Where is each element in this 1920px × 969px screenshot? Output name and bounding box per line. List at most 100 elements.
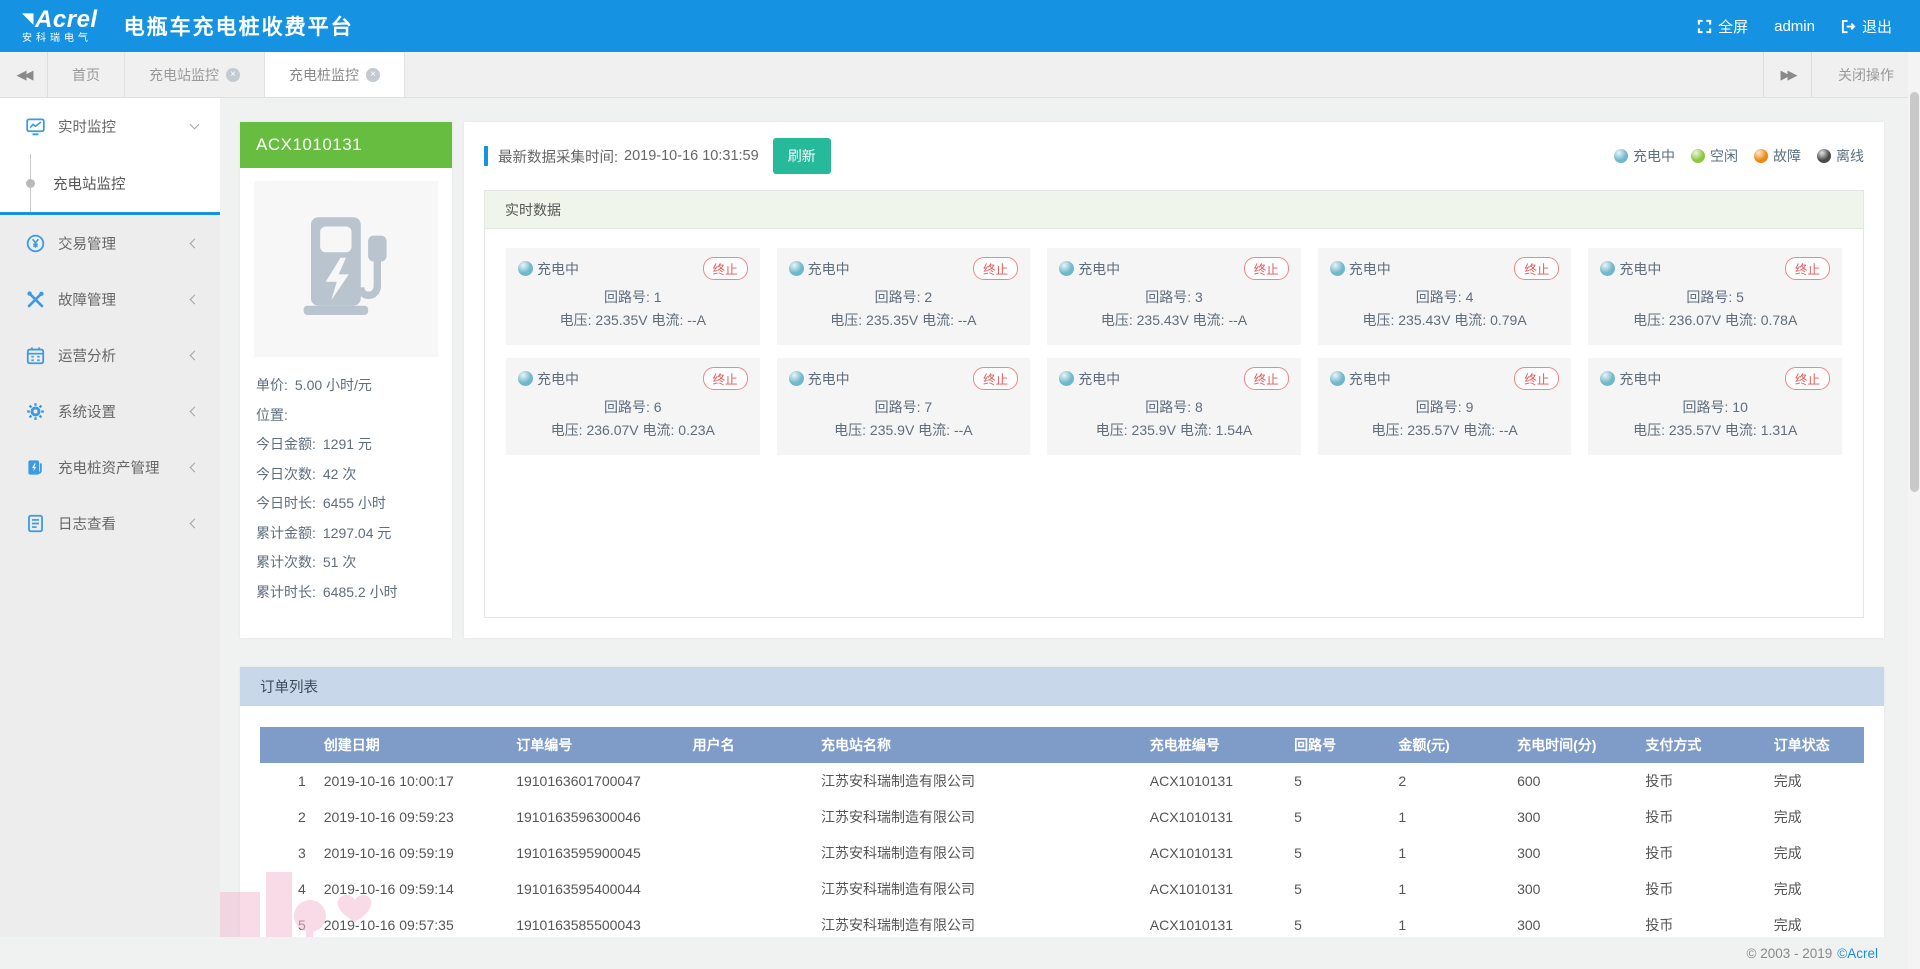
legend-离线: 离线 bbox=[1817, 146, 1864, 166]
stat-value: 5.00 小时/元 bbox=[295, 377, 372, 393]
tab-close-icon[interactable]: × bbox=[226, 68, 240, 82]
charging-channel-card: 充电中终止回路号: 9电压: 235.57V 电流: --A bbox=[1318, 358, 1572, 455]
order-cell: 2019-10-16 09:59:14 bbox=[318, 871, 510, 907]
terminate-button[interactable]: 终止 bbox=[703, 367, 748, 390]
transaction-icon bbox=[26, 234, 45, 253]
tabs-scroll-left-button[interactable]: ◀◀ bbox=[0, 52, 48, 97]
fullscreen-button[interactable]: 全屏 bbox=[1697, 16, 1748, 37]
terminate-button[interactable]: 终止 bbox=[1785, 257, 1830, 280]
terminate-button[interactable]: 终止 bbox=[1514, 257, 1559, 280]
sidebar-item-label: 运营分析 bbox=[58, 345, 191, 366]
chevron-left-icon bbox=[190, 406, 200, 416]
sidebar-item-日志查看[interactable]: 日志查看 bbox=[0, 495, 220, 551]
sidebar-item-运营分析[interactable]: 运营分析 bbox=[0, 327, 220, 383]
copyright-text: © 2003 - 2019 bbox=[1747, 946, 1833, 961]
fullscreen-icon bbox=[1697, 19, 1712, 34]
legend-dot-icon bbox=[1754, 149, 1768, 163]
charging-status-dot bbox=[1330, 371, 1345, 386]
sidebar-item-充电桩资产管理[interactable]: 充电桩资产管理 bbox=[0, 439, 220, 495]
tab-充电桩监控[interactable]: 充电桩监控× bbox=[265, 52, 405, 97]
legend-label: 充电中 bbox=[1633, 146, 1675, 166]
sidebar-item-交易管理[interactable]: 交易管理 bbox=[0, 215, 220, 271]
card-top-row: 充电中终止 bbox=[789, 257, 1019, 280]
terminate-button[interactable]: 终止 bbox=[1514, 367, 1559, 390]
circuit-number: 回路号: 9 bbox=[1330, 396, 1560, 419]
card-top-row: 充电中终止 bbox=[1059, 257, 1289, 280]
tab-首页[interactable]: 首页 bbox=[48, 52, 125, 97]
terminate-button[interactable]: 终止 bbox=[1244, 257, 1289, 280]
legend-空闲: 空闲 bbox=[1691, 146, 1738, 166]
orders-header-row: 创建日期订单编号用户名充电站名称充电桩编号回路号金额(元)充电时间(分)支付方式… bbox=[260, 727, 1864, 763]
terminate-button[interactable]: 终止 bbox=[1244, 367, 1289, 390]
legend-label: 离线 bbox=[1836, 146, 1864, 166]
sidebar-item-实时监控[interactable]: 实时监控 bbox=[0, 98, 220, 154]
monitor-panel: 最新数据采集时间: 2019-10-16 10:31:59 刷新 充电中空闲故障… bbox=[464, 122, 1884, 638]
scrollbar-thumb[interactable] bbox=[1910, 92, 1919, 492]
logout-button[interactable]: 退出 bbox=[1841, 16, 1892, 37]
chevron-left-icon bbox=[190, 238, 200, 248]
sidebar-item-故障管理[interactable]: 故障管理 bbox=[0, 271, 220, 327]
close-operations-button[interactable]: 关闭操作 bbox=[1811, 52, 1920, 97]
legend-label: 空闲 bbox=[1710, 146, 1738, 166]
voltage-current: 电压: 235.9V 电流: --A bbox=[789, 419, 1019, 442]
stat-label: 今日时长: bbox=[256, 495, 316, 511]
collect-time-value: 2019-10-16 10:31:59 bbox=[624, 148, 759, 164]
tab-close-icon[interactable]: × bbox=[366, 68, 380, 82]
device-name: ACX1010131 bbox=[240, 122, 452, 168]
charging-status: 充电中 bbox=[789, 369, 850, 389]
order-cell: 1910163595400044 bbox=[510, 871, 686, 907]
device-stat-line: 累计时长:6485.2 小时 bbox=[256, 578, 436, 608]
column-header-充电桩编号: 充电桩编号 bbox=[1144, 727, 1288, 763]
legend-dot-icon bbox=[1614, 149, 1628, 163]
header-actions: 全屏 admin 退出 bbox=[1697, 16, 1892, 37]
legend-充电中: 充电中 bbox=[1614, 146, 1675, 166]
tab-充电站监控[interactable]: 充电站监控× bbox=[125, 52, 265, 97]
logo-subtext: 安科瑞电气 bbox=[22, 34, 98, 44]
circuit-number: 回路号: 7 bbox=[789, 396, 1019, 419]
terminate-button[interactable]: 终止 bbox=[973, 367, 1018, 390]
terminate-button[interactable]: 终止 bbox=[703, 257, 748, 280]
stat-value: 6455 小时 bbox=[323, 495, 386, 511]
acrel-footer-link[interactable]: ©Acrel bbox=[1837, 946, 1878, 961]
order-cell: 5 bbox=[1288, 835, 1392, 871]
username[interactable]: admin bbox=[1774, 18, 1815, 35]
voltage-current: 电压: 236.07V 电流: 0.23A bbox=[518, 419, 748, 442]
realtime-data-title: 实时数据 bbox=[485, 191, 1863, 229]
sidebar-item-系统设置[interactable]: 系统设置 bbox=[0, 383, 220, 439]
order-cell: ACX1010131 bbox=[1144, 835, 1288, 871]
column-header-金额(元): 金额(元) bbox=[1392, 727, 1511, 763]
device-stat-line: 累计金额:1297.04 元 bbox=[256, 519, 436, 549]
tab-label: 首页 bbox=[72, 65, 100, 85]
logo-text: Acrel bbox=[22, 8, 98, 32]
tab-bar: ◀◀ 首页 充电站监控×充电桩监控× ▶▶ 关闭操作 bbox=[0, 52, 1920, 98]
logout-icon bbox=[1841, 19, 1856, 34]
order-cell: 1910163596300046 bbox=[510, 799, 686, 835]
order-cell: 完成 bbox=[1768, 871, 1864, 907]
stat-label: 今日金额: bbox=[256, 436, 316, 452]
device-panel: ACX1010131 bbox=[240, 122, 452, 638]
channel-cards: 充电中终止回路号: 1电压: 235.35V 电流: --A充电中终止回路号: … bbox=[485, 229, 1863, 474]
acrel-logo: Acrel 安科瑞电气 bbox=[22, 8, 98, 44]
order-cell: 2019-10-16 09:59:19 bbox=[318, 835, 510, 871]
voltage-current: 电压: 235.57V 电流: 1.31A bbox=[1600, 419, 1830, 442]
charging-status-label: 充电中 bbox=[537, 259, 579, 279]
refresh-button[interactable]: 刷新 bbox=[773, 138, 831, 174]
tabs-scroll-right-button[interactable]: ▶▶ bbox=[1763, 52, 1811, 97]
order-cell: 江苏安科瑞制造有限公司 bbox=[815, 799, 1144, 835]
charger-asset-icon bbox=[26, 458, 45, 477]
order-index: 4 bbox=[260, 871, 318, 907]
circuit-number: 回路号: 5 bbox=[1600, 286, 1830, 309]
order-row: 42019-10-16 09:59:141910163595400044江苏安科… bbox=[260, 871, 1864, 907]
timeline-dot-icon bbox=[26, 154, 35, 212]
charging-channel-card: 充电中 终止回路号: 7电压: 235.9V 电流: --A bbox=[777, 358, 1031, 455]
terminate-button[interactable]: 终止 bbox=[973, 257, 1018, 280]
charging-status-dot bbox=[789, 261, 804, 276]
terminate-button[interactable]: 终止 bbox=[1785, 367, 1830, 390]
log-icon bbox=[26, 514, 45, 533]
double-chevron-left-icon: ◀◀ bbox=[17, 67, 31, 83]
page-scrollbar[interactable] bbox=[1908, 52, 1920, 969]
charging-status: 充电中 bbox=[1059, 369, 1120, 389]
sidebar-subitem-充电站监控[interactable]: 充电站监控 bbox=[0, 154, 220, 212]
order-cell bbox=[687, 871, 815, 907]
charging-status-dot bbox=[1600, 261, 1615, 276]
